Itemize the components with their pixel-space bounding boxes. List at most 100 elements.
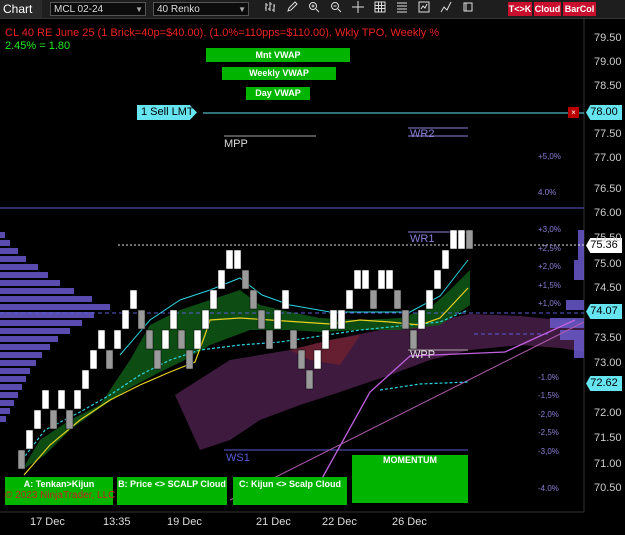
percent-label: -2,5% (538, 428, 559, 437)
template-icon[interactable] (460, 1, 476, 17)
dropdown-arrow-icon: ▼ (238, 5, 246, 14)
sell-limit-order-label[interactable]: 1 Sell LMT (137, 105, 197, 120)
renko-brick (225, 249, 234, 270)
weekly-vwap-button[interactable]: Weekly VWAP (222, 67, 336, 80)
instrument-label: MCL 02-24 (54, 4, 104, 15)
kijun-scalp-cloud-button[interactable]: C: Kijun <> Scalp Cloud (233, 477, 347, 505)
date-axis-label: 17 Dec (30, 516, 65, 528)
renko-brick (401, 309, 410, 330)
renko-brick (345, 289, 354, 310)
chart-toolbar: Chart MCL 02-24 ▼ 40 Renko ▼ T<>K Cloud … (0, 0, 625, 19)
bar-type-label: 40 Renko (157, 4, 200, 15)
renko-brick (337, 309, 346, 330)
price-axis-label: 74.50 (594, 282, 622, 294)
renko-brick (465, 229, 474, 250)
price-axis-label: 78.50 (594, 80, 622, 92)
renko-brick (65, 409, 74, 430)
renko-brick (321, 329, 330, 350)
bar-type-selector[interactable]: 40 Renko ▼ (153, 2, 249, 16)
price-axis-label: 71.00 (594, 458, 622, 470)
renko-brick (425, 289, 434, 310)
renko-brick (153, 349, 162, 370)
renko-brick (113, 329, 122, 350)
percent-label: -1.0% (538, 373, 559, 382)
renko-brick (297, 349, 306, 370)
order-price-badge: 78.00 (586, 105, 622, 120)
percent-label: +5,0% (538, 152, 561, 161)
price-axis-label: 76.00 (594, 207, 622, 219)
line-chart-icon[interactable] (438, 1, 454, 17)
renko-brick (145, 329, 154, 350)
renko-brick (305, 369, 314, 390)
price-axis-label: 73.00 (594, 357, 622, 369)
date-axis-label: 26 Dec (392, 516, 427, 528)
mnt-vwap-button[interactable]: Mnt VWAP (206, 48, 350, 62)
renko-brick (201, 309, 210, 330)
renko-brick (129, 289, 138, 310)
list-icon[interactable] (394, 1, 410, 17)
momentum-panel[interactable]: MOMENTUM (352, 455, 468, 503)
crosshair-icon[interactable] (350, 1, 366, 17)
renko-brick (417, 309, 426, 330)
price-scalp-cloud-button[interactable]: B: Price <> SCALP Cloud (117, 477, 227, 505)
date-axis-label: 19 Dec (167, 516, 202, 528)
price-axis-label: 72.00 (594, 407, 622, 419)
close-order-icon[interactable]: × (568, 107, 579, 118)
renko-brick (273, 309, 282, 330)
renko-brick (353, 269, 362, 290)
renko-brick (241, 269, 250, 290)
low-price-badge: 72.62 (586, 376, 622, 391)
price-axis-label: 77.00 (594, 152, 622, 164)
renko-brick (233, 249, 242, 270)
price-axis-label: 77.50 (594, 128, 622, 140)
price-axis-label: 79.00 (594, 56, 622, 68)
window-title: Chart (0, 0, 42, 18)
price-axis-label: 73.50 (594, 332, 622, 344)
renko-brick (137, 309, 146, 330)
wr1-level-label: WR1 (410, 233, 435, 245)
percent-label: +2,5% (538, 244, 561, 253)
day-vwap-button[interactable]: Day VWAP (246, 87, 310, 100)
grid-icon[interactable] (372, 1, 388, 17)
percent-label: 4.0% (538, 188, 557, 197)
renko-brick (281, 289, 290, 310)
cloud-toggle-button[interactable]: Cloud (534, 2, 561, 16)
renko-brick (49, 409, 58, 430)
renko-brick (377, 269, 386, 290)
zoom-out-icon[interactable] (328, 1, 344, 17)
renko-brick (361, 269, 370, 290)
tk-toggle-button[interactable]: T<>K (508, 2, 532, 16)
renko-brick (313, 349, 322, 370)
chart-trader-icon[interactable] (416, 1, 432, 17)
mpp-level-label: MPP (224, 138, 248, 150)
pencil-icon[interactable] (284, 1, 300, 17)
renko-chart[interactable] (0, 19, 625, 535)
renko-brick (329, 309, 338, 330)
percent-label: -3,0% (538, 447, 559, 456)
renko-brick (81, 369, 90, 390)
barcol-toggle-button[interactable]: BarCol (563, 2, 596, 16)
percent-label: +3,0% (538, 225, 561, 234)
ws1-level-label: WS1 (226, 452, 250, 464)
renko-brick (185, 349, 194, 370)
renko-brick (25, 429, 34, 450)
percent-label: +1,5% (538, 281, 561, 290)
renko-brick (449, 229, 458, 250)
price-axis-label: 71.50 (594, 432, 622, 444)
zoom-in-icon[interactable] (306, 1, 322, 17)
price-axis-label: 79.50 (594, 32, 622, 44)
instrument-selector[interactable]: MCL 02-24 ▼ (50, 2, 146, 16)
percent-label: -2,0% (538, 410, 559, 419)
chart-title: CL 40 RE June 25 (1 Brick=40p=$40.00). (… (5, 27, 440, 39)
renko-brick (289, 329, 298, 350)
renko-brick (169, 309, 178, 330)
renko-brick (217, 269, 226, 290)
price-axis-label: 75.50 (594, 232, 622, 244)
renko-brick (177, 329, 186, 350)
price-axis-label: 76.50 (594, 183, 622, 195)
copyright-text: © 2023 NinjaTrader, LLC (5, 490, 116, 501)
renko-brick (257, 309, 266, 330)
bar-chart-icon[interactable] (262, 1, 278, 17)
renko-brick (17, 449, 26, 470)
percent-label: -1,5% (538, 391, 559, 400)
